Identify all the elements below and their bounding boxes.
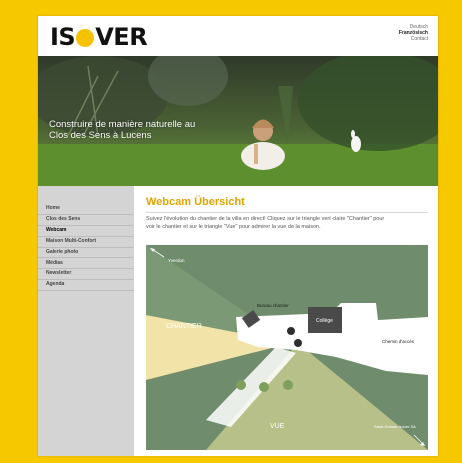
sidebar-nav: Home Clos des Sens Webcam Maison Multi-C… (38, 186, 134, 456)
hero-banner: Construire de manière naturelle au Clos … (38, 56, 438, 186)
language-links: Deutsch Französisch Contact (399, 24, 428, 42)
label-saint-gobain: Saint-Gobain Isover SA (374, 424, 416, 429)
page: IS VER Deutsch Französisch Contact Const… (38, 16, 438, 456)
site-map: Yverdon Bureau chantier Collège CHANTIER… (146, 245, 428, 450)
contact-link[interactable]: Contact (399, 36, 428, 42)
logo-o-icon (76, 29, 95, 47)
sidebar-item-newsletter[interactable]: Newsletter (38, 269, 134, 281)
main-content: Webcam Übersicht Suivez l'évolution du c… (146, 196, 430, 450)
sidebar-item-maison-multi-confort[interactable]: Maison Multi-Confort (38, 237, 134, 248)
banner-caption: Construire de manière naturelle au Clos … (49, 119, 196, 141)
label-college: Collège (316, 318, 333, 324)
page-title: Webcam Übersicht (146, 196, 245, 208)
webcam-chantier-icon[interactable] (287, 327, 295, 335)
sidebar-item-galerie-photo[interactable]: Galerie photo (38, 248, 134, 259)
sidebar-item-medias[interactable]: Médias (38, 258, 134, 270)
sidebar-item-webcam[interactable]: Webcam (38, 226, 134, 237)
logo-prefix: IS (50, 23, 76, 51)
label-chantier[interactable]: CHANTIER (166, 323, 202, 330)
sidebar-item-home[interactable]: Home (38, 204, 134, 215)
title-divider (146, 212, 428, 213)
sidebar-item-clos-des-sens[interactable]: Clos des Sens (38, 215, 134, 226)
label-vue[interactable]: VUE (270, 423, 285, 430)
sidebar-item-agenda[interactable]: Agenda (38, 280, 134, 291)
label-yverdon: Yverdon (168, 258, 185, 263)
webcam-vue-icon[interactable] (294, 339, 302, 347)
label-chemin-acces: Chemin d'accès (382, 339, 415, 344)
intro-text: Suivez l'évolution du chantier de la vil… (146, 216, 385, 230)
isover-logo[interactable]: IS VER (50, 23, 148, 51)
header: IS VER Deutsch Französisch Contact (38, 16, 438, 56)
label-bureau-chantier: Bureau chantier (257, 303, 289, 308)
logo-suffix: VER (95, 23, 148, 51)
